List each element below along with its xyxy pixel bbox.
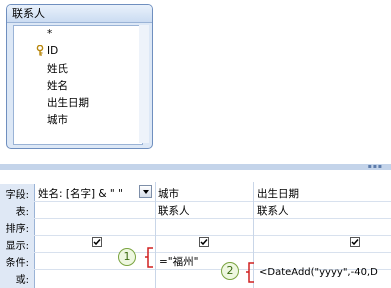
column3-field[interactable]: 出生日期 [257,186,299,201]
grid-line [34,218,391,219]
row-label-table: 表: [15,207,29,218]
row-label-show: 显示: [5,241,29,252]
field-dropdown-button[interactable] [139,185,152,198]
row-label-sort: 排序: [5,224,29,235]
grid-line [34,201,391,202]
design-grid: 字段: 表: 排序: 显示: 条件: 或: 姓名: [名字] & " " 城市 … [0,170,391,288]
bracket-1-icon [145,247,153,268]
column3-show-checkbox[interactable] [350,237,360,247]
grid-column-divider[interactable] [155,182,156,288]
column2-field[interactable]: 城市 [158,186,179,201]
grid-line [34,252,391,253]
table-title[interactable]: 联系人 [7,5,152,23]
field-name[interactable]: 姓名 [47,78,68,93]
table-field-list-window[interactable]: 联系人 * ID 姓氏 姓名 出生日期 城市 [6,4,153,149]
field-id[interactable]: ID [47,45,58,57]
row-label-or: 或: [15,275,29,286]
column3-table[interactable]: 联系人 [257,203,289,218]
field-birthdate[interactable]: 出生日期 [47,95,89,110]
column2-show-checkbox[interactable] [199,237,209,247]
column2-table[interactable]: 联系人 [158,203,190,218]
field-list-scrollbar[interactable] [139,25,149,143]
row-header-column: 字段: 表: 排序: 显示: 条件: 或: [0,184,35,288]
field-all[interactable]: * [47,28,52,40]
row-label-criteria: 条件: [5,258,29,269]
field-surname[interactable]: 姓氏 [47,61,68,76]
column1-show-checkbox[interactable] [92,237,102,247]
table-pane: 联系人 * ID 姓氏 姓名 出生日期 城市 [0,0,391,168]
bracket-2-icon [246,262,254,283]
primary-key-icon [36,45,44,56]
callout-2: 2 [221,262,239,280]
field-list: * ID 姓氏 姓名 出生日期 城市 [13,25,143,145]
field-city[interactable]: 城市 [47,112,68,127]
grid-line [34,235,391,236]
column1-field[interactable]: 姓名: [名字] & " " [38,186,123,201]
callout-1: 1 [118,248,136,266]
column3-or-criteria[interactable]: <DateAdd("yyyy",-40,D [259,267,378,278]
column2-criteria[interactable]: ="福州" [159,254,198,269]
row-label-field: 字段: [5,190,29,201]
